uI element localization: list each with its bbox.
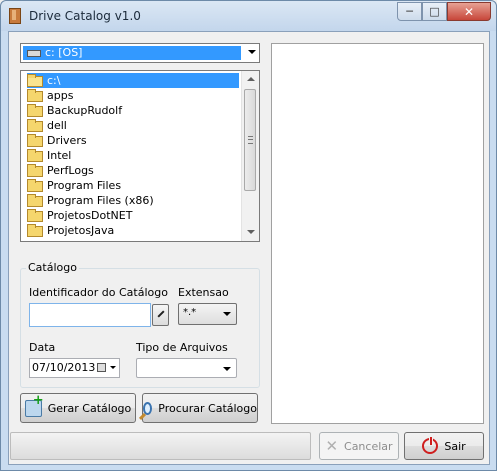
folder-icon: [27, 148, 43, 162]
scrollbar-thumb[interactable]: [244, 89, 256, 191]
generate-catalog-label: Gerar Catálogo: [47, 401, 132, 415]
identifier-input[interactable]: [29, 303, 151, 327]
tree-item[interactable]: dell: [27, 118, 67, 133]
chevron-down-icon: [223, 367, 231, 371]
catalog-group: Catálogo Identificador do Catálogo Exten…: [20, 261, 260, 388]
tree-item-label: Intel: [47, 149, 72, 162]
folder-open-icon: [27, 73, 43, 87]
drive-select-label: c: [OS]: [45, 46, 83, 59]
tree-item[interactable]: ProjetosDotNET: [27, 208, 132, 223]
tree-item-label: ProjetosDotNET: [47, 209, 133, 222]
minimize-button[interactable]: ─: [397, 2, 422, 21]
scroll-down-icon[interactable]: [242, 224, 259, 241]
folder-icon: [27, 88, 43, 102]
folder-icon: [27, 133, 43, 147]
tree-item[interactable]: ProjetosJava: [27, 223, 114, 238]
tree-scrollbar[interactable]: [241, 71, 259, 241]
tree-item-label: PerfLogs: [47, 164, 94, 177]
date-picker[interactable]: 07/10/2013: [29, 358, 120, 378]
file-type-label: Tipo de Arquivos: [136, 341, 228, 354]
generate-catalog-button[interactable]: Gerar Catálogo: [20, 393, 136, 423]
folder-icon: [27, 208, 43, 222]
tree-item[interactable]: Intel: [27, 148, 71, 163]
drive-select[interactable]: c: [OS]: [20, 43, 260, 63]
extension-select-value: *.*: [183, 307, 197, 318]
tree-item-label: dell: [47, 119, 67, 132]
cancel-button[interactable]: ✕ Cancelar: [319, 432, 399, 460]
scroll-up-icon[interactable]: [242, 71, 259, 88]
date-value: 07/10/2013: [32, 361, 96, 374]
tree-item[interactable]: PerfLogs: [27, 163, 94, 178]
tree-item[interactable]: Drivers: [27, 133, 87, 148]
pick-button[interactable]: [152, 304, 169, 326]
client-area: c: [OS] c:\ apps BackupRudolf dell Drive…: [8, 31, 490, 465]
maximize-button[interactable]: □: [422, 2, 447, 21]
tree-item-label: apps: [47, 89, 74, 102]
catalog-results-panel[interactable]: [271, 43, 484, 424]
tree-item-label: Drivers: [47, 134, 87, 147]
search-catalog-label: Procurar Catálogo: [158, 401, 257, 415]
tree-item-label: Program Files (x86): [47, 194, 154, 207]
file-type-select[interactable]: [136, 358, 237, 378]
drive-select-value: c: [OS]: [23, 46, 241, 60]
date-label: Data: [29, 341, 56, 354]
chevron-down-icon: [223, 312, 231, 316]
chevron-down-icon[interactable]: [110, 366, 116, 369]
extension-select[interactable]: *.*: [178, 303, 237, 325]
app-icon: [9, 8, 21, 24]
tree-item-label: ProjetosJava: [47, 224, 115, 237]
tree-item[interactable]: Program Files (x86): [27, 193, 154, 208]
tree-item[interactable]: apps: [27, 88, 73, 103]
add-folder-icon: [24, 393, 44, 417]
close-button[interactable]: ✕: [447, 2, 491, 21]
calendar-icon[interactable]: [97, 363, 106, 372]
tree-item-label: Program Files: [47, 179, 122, 192]
folder-icon: [27, 163, 43, 177]
catalog-group-title: Catálogo: [26, 261, 79, 274]
folder-tree[interactable]: c:\ apps BackupRudolf dell Drivers Intel…: [20, 70, 260, 242]
tree-item-label: c:\: [47, 74, 61, 87]
search-catalog-button[interactable]: Procurar Catálogo: [142, 393, 258, 423]
tree-item[interactable]: BackupRudolf: [27, 103, 122, 118]
chevron-down-icon[interactable]: [248, 50, 256, 54]
application-window: Drive Catalog v1.0 ─ □ ✕ c: [OS] c:\ app…: [0, 0, 497, 471]
cancel-label: Cancelar: [344, 439, 393, 453]
folder-icon: [27, 118, 43, 132]
exit-label: Sair: [444, 439, 466, 453]
power-icon: [422, 436, 439, 454]
drive-icon: [27, 50, 41, 57]
grip-icon: [248, 136, 253, 144]
exit-button[interactable]: Sair: [404, 432, 484, 460]
folder-icon: [27, 103, 43, 117]
search-icon: [143, 401, 153, 415]
tree-item[interactable]: Program Files: [27, 178, 121, 193]
cancel-icon: ✕: [325, 437, 339, 455]
folder-icon: [27, 178, 43, 192]
folder-icon: [27, 193, 43, 207]
extension-label: Extensao: [178, 286, 229, 299]
tree-item-root[interactable]: c:\: [27, 73, 239, 88]
progress-bar: [10, 432, 311, 460]
window-title: Drive Catalog v1.0: [29, 9, 141, 23]
folder-icon: [27, 223, 43, 237]
tree-item-label: BackupRudolf: [47, 104, 123, 117]
title-bar[interactable]: Drive Catalog v1.0 ─ □ ✕: [1, 1, 496, 31]
identifier-label: Identificador do Catálogo: [29, 286, 168, 299]
